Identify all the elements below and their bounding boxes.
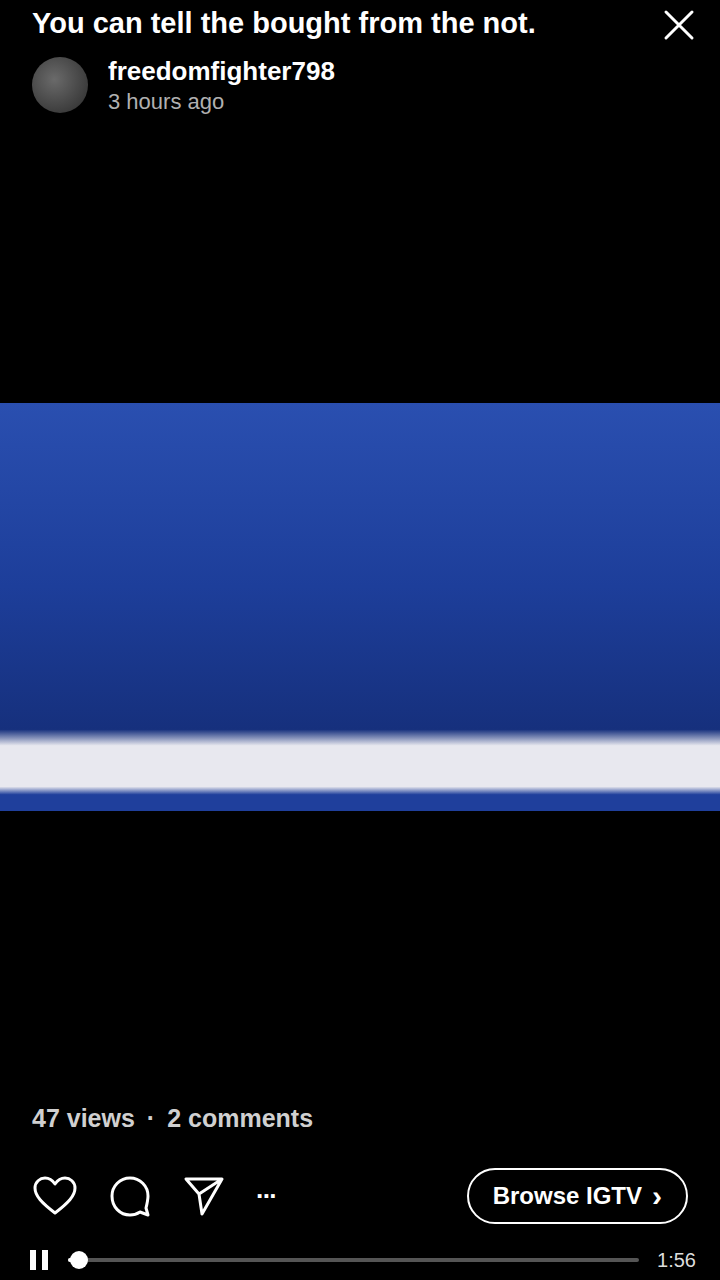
igtv-viewer: You can tell the bought from the not. fr… [0, 0, 720, 1280]
video-frame [0, 403, 720, 811]
avatar[interactable] [32, 57, 88, 113]
more-button[interactable]: ··· [256, 1181, 276, 1212]
post-time: 3 hours ago [108, 89, 335, 115]
send-icon[interactable] [182, 1174, 226, 1218]
views-count: 47 views [32, 1104, 135, 1133]
video-player[interactable] [0, 117, 720, 1096]
close-button[interactable] [662, 8, 696, 45]
pause-icon[interactable] [28, 1248, 50, 1272]
close-icon [662, 8, 696, 42]
browse-igtv-button[interactable]: Browse IGTV › [467, 1168, 688, 1224]
username[interactable]: freedomfighter798 [108, 56, 335, 87]
stats-row: 47 views · 2 comments [0, 1096, 720, 1140]
title-bar: You can tell the bought from the not. [0, 0, 720, 45]
comments-count[interactable]: 2 comments [167, 1104, 313, 1133]
progress-knob[interactable] [70, 1251, 88, 1269]
action-bar: ··· Browse IGTV › [0, 1140, 720, 1244]
post-title: You can tell the bought from the not. [32, 6, 646, 40]
heart-icon[interactable] [32, 1175, 78, 1217]
author-row: freedomfighter798 3 hours ago [0, 45, 720, 117]
separator: · [147, 1104, 155, 1133]
playback-bar: 1:56 [0, 1244, 720, 1280]
duration: 1:56 [657, 1249, 696, 1272]
comment-icon[interactable] [108, 1174, 152, 1218]
progress-track[interactable] [68, 1258, 639, 1262]
